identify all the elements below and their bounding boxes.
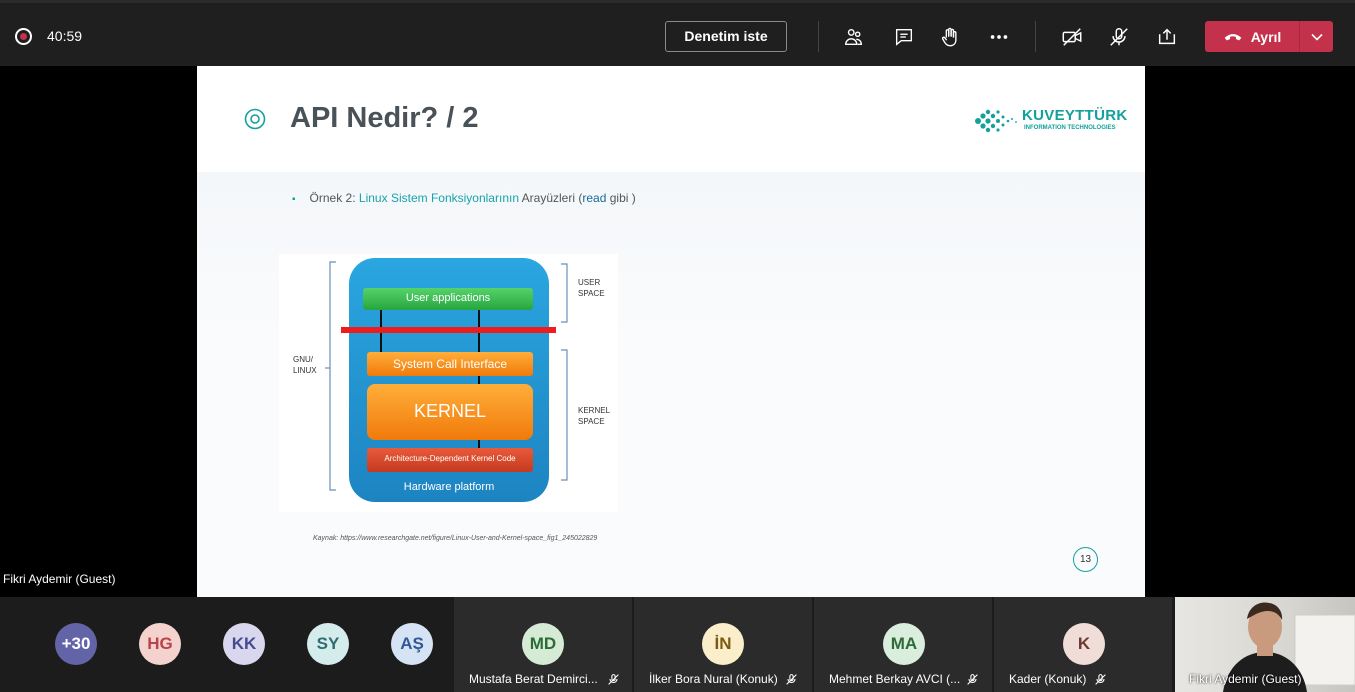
user-applications-block: User applications xyxy=(405,292,491,304)
more-participants-button[interactable]: +30 xyxy=(55,623,97,665)
arch-kernel-code-block: Architecture-Dependent Kernel Code xyxy=(384,454,516,463)
logo-subtitle: INFORMATION TECHNOLOGIES xyxy=(1024,125,1116,131)
mic-off-icon xyxy=(967,674,978,685)
camera-off-icon[interactable] xyxy=(1058,23,1086,51)
request-control-button[interactable]: Denetim iste xyxy=(665,21,787,52)
bullet-end: gibi ) xyxy=(609,191,636,205)
kuveytturk-logo: KUVEYTTÜRK INFORMATION TECHNOLOGIES xyxy=(972,107,1127,135)
gnu-linux-label-2: LINUX xyxy=(293,366,317,375)
chevron-down-icon[interactable] xyxy=(1300,21,1333,52)
meeting-timer: 40:59 xyxy=(47,28,83,44)
linux-kernel-diagram: GNU/ LINUX USER SPACE KERNEL SPACE User … xyxy=(279,254,618,512)
avatar[interactable]: HG xyxy=(139,623,181,665)
source-citation: Kaynak: https://www.researchgate.net/fig… xyxy=(313,535,598,542)
avatar[interactable]: KK xyxy=(223,623,265,665)
avatar: MA xyxy=(883,623,925,665)
mic-off-icon[interactable] xyxy=(1105,23,1133,51)
self-name: Fikri Aydemir (Guest) xyxy=(1189,672,1302,686)
avatar[interactable]: SY xyxy=(307,623,349,665)
bullet-mid: Arayüzleri ( xyxy=(521,191,583,205)
participant-name: Mehmet Berkay AVCI (... xyxy=(829,672,961,686)
system-call-interface-block: System Call Interface xyxy=(392,357,508,371)
participant-tile[interactable]: İN İlker Bora Nural (Konuk) xyxy=(634,597,812,692)
more-icon[interactable] xyxy=(985,23,1013,51)
recording-icon xyxy=(15,28,32,45)
avatar[interactable]: AŞ xyxy=(391,623,433,665)
slide-page-number: 13 xyxy=(1073,547,1098,572)
avatar: K xyxy=(1063,623,1105,665)
share-screen-icon[interactable] xyxy=(1153,23,1181,51)
leave-button[interactable]: Ayrıl xyxy=(1205,21,1333,52)
bullet-link: Linux Sistem Fonksiyonlarının xyxy=(358,191,519,205)
target-icon xyxy=(244,108,266,130)
user-space-label-1: USER xyxy=(578,278,601,287)
mic-off-icon xyxy=(608,674,619,685)
meeting-toolbar: 40:59 Denetim iste Ayrıl xyxy=(0,0,1355,66)
slide-title: API Nedir? / 2 xyxy=(290,102,479,134)
logo-wordmark: KUVEYTTÜRK xyxy=(1022,107,1128,124)
slide-header: API Nedir? / 2 KUVEYTTÜRK INFORMATION TE… xyxy=(197,66,1145,172)
leave-label: Ayrıl xyxy=(1250,28,1282,45)
self-video-preview[interactable]: Fikri Aydemir (Guest) xyxy=(1175,597,1355,692)
bullet-read: read xyxy=(582,191,607,205)
kernel-space-label-2: SPACE xyxy=(578,417,605,426)
participant-tile[interactable]: MD Mustafa Berat Demirci... xyxy=(454,597,632,692)
kernel-block: KERNEL xyxy=(413,401,487,421)
logo-mark-icon xyxy=(975,109,1017,133)
gnu-linux-label-1: GNU/ xyxy=(293,355,313,364)
user-space-label-2: SPACE xyxy=(578,289,605,298)
participants-icon[interactable] xyxy=(840,23,868,51)
participant-name: İlker Bora Nural (Konuk) xyxy=(649,672,778,686)
participant-strip: +30 HG KK SY AŞ MD Mustafa Berat Demirci… xyxy=(0,597,1355,692)
chat-icon[interactable] xyxy=(890,23,918,51)
participant-name: Mustafa Berat Demirci... xyxy=(469,672,598,686)
leave-main-button[interactable]: Ayrıl xyxy=(1205,21,1299,52)
avatar: MD xyxy=(522,623,564,665)
bullet-icon: ▪ xyxy=(292,194,296,205)
bullet-item: ▪ Örnek 2: Linux Sistem Fonksiyonlarının … xyxy=(292,191,636,205)
shared-content-stage: API Nedir? / 2 KUVEYTTÜRK INFORMATION TE… xyxy=(0,66,1355,597)
participant-tile[interactable]: K Kader (Konuk) xyxy=(994,597,1172,692)
presenter-name: Fikri Aydemir (Guest) xyxy=(3,572,116,586)
mic-off-icon xyxy=(786,674,797,685)
hardware-platform-label: Hardware platform xyxy=(403,481,495,493)
participant-name: Kader (Konuk) xyxy=(1009,672,1087,686)
participant-tile[interactable]: MA Mehmet Berkay AVCI (... xyxy=(814,597,992,692)
toolbar-divider xyxy=(818,21,819,52)
kernel-space-label-1: KERNEL xyxy=(578,406,611,415)
hang-up-icon xyxy=(1224,33,1242,40)
raise-hand-icon[interactable] xyxy=(936,23,964,51)
presentation-slide: API Nedir? / 2 KUVEYTTÜRK INFORMATION TE… xyxy=(197,66,1145,597)
mic-off-icon xyxy=(1095,674,1106,685)
toolbar-divider xyxy=(1035,21,1036,52)
bullet-prefix: Örnek 2: xyxy=(309,191,356,205)
avatar: İN xyxy=(702,623,744,665)
